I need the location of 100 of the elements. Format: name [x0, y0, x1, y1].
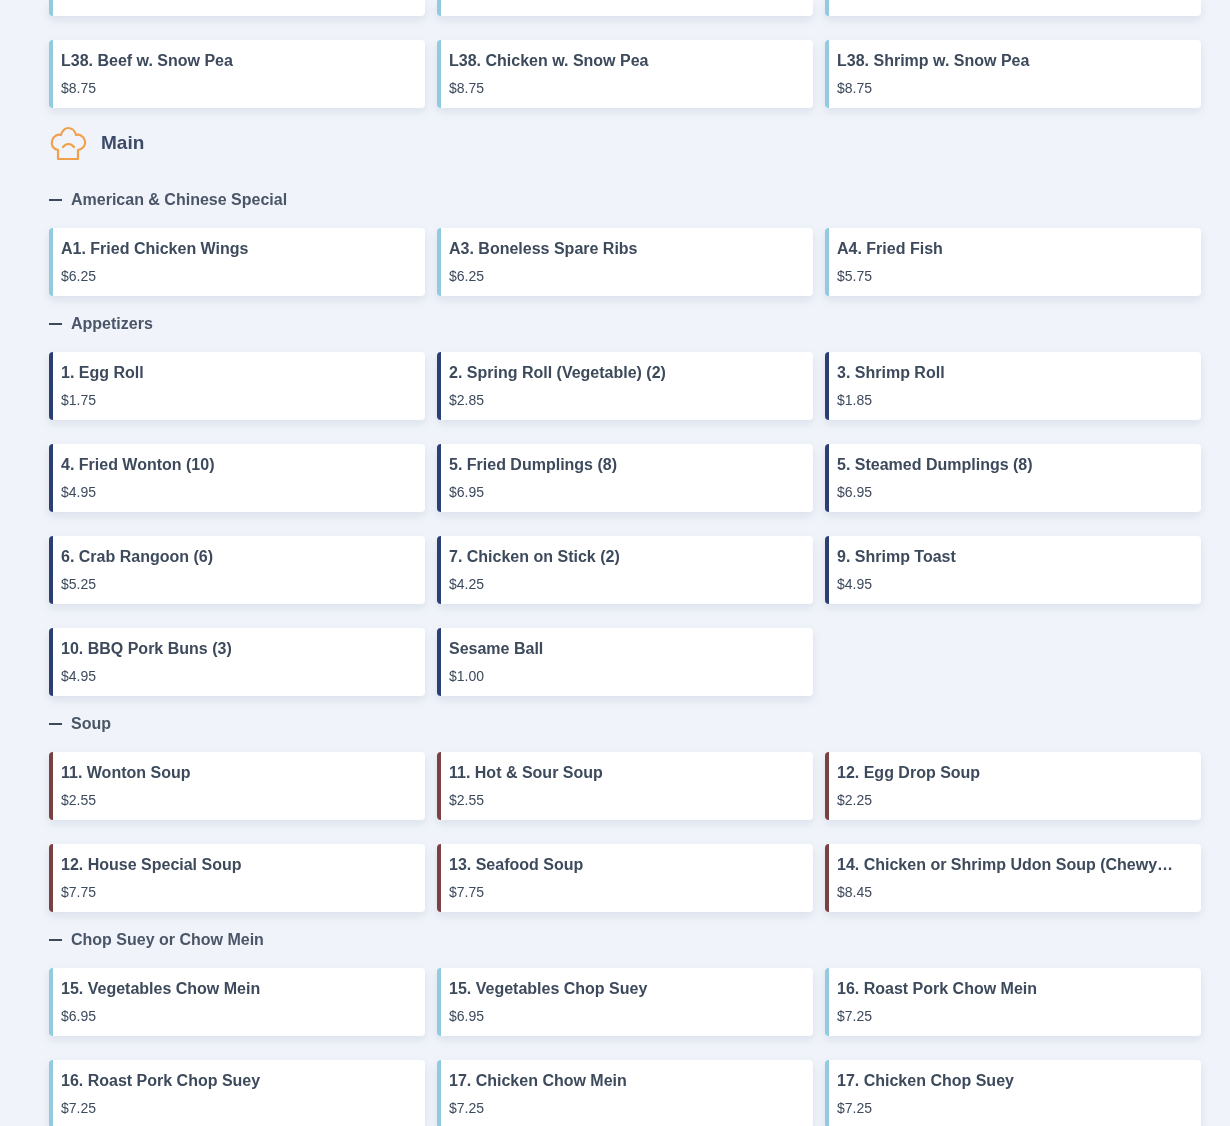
menu-item-card[interactable]: 12. House Special Soup $7.75	[49, 844, 425, 912]
menu-item-card[interactable]: 9. Shrimp Toast $4.95	[825, 536, 1201, 604]
chef-hat-icon	[49, 125, 87, 161]
item-name: 4. Fried Wonton (10)	[61, 455, 216, 475]
item-price: $7.75	[449, 883, 486, 901]
item-price: $2.85	[449, 391, 486, 409]
item-price: $2.25	[837, 791, 874, 809]
item-price: $8.75	[61, 79, 98, 97]
item-price: $5.75	[837, 267, 874, 285]
menu-item-card[interactable]: L38. Beef w. Snow Pea $8.75	[49, 40, 425, 108]
menu-item-card[interactable]: 17. Chicken Chow Mein $7.25	[437, 1060, 813, 1126]
collapse-dash-icon[interactable]	[49, 199, 62, 201]
item-price: $2.55	[61, 791, 98, 809]
item-price: $6.95	[837, 483, 874, 501]
item-price: $4.95	[61, 483, 98, 501]
item-price: $1.75	[61, 391, 98, 409]
menu-item-card[interactable]	[49, 0, 425, 16]
item-price: $8.45	[837, 883, 874, 901]
item-name: 7. Chicken on Stick (2)	[449, 547, 621, 567]
item-price: $6.95	[449, 1007, 486, 1025]
item-name: 11. Wonton Soup	[61, 763, 192, 783]
menu-item-card[interactable]: 11. Wonton Soup $2.55	[49, 752, 425, 820]
menu-item-card[interactable]	[437, 0, 813, 16]
group-title[interactable]: Chop Suey or Chow Mein	[71, 928, 264, 952]
menu-item-card[interactable]: 6. Crab Rangoon (6) $5.25	[49, 536, 425, 604]
item-name: 12. Egg Drop Soup	[837, 763, 982, 783]
item-name: L38. Beef w. Snow Pea	[61, 51, 234, 71]
item-price: $8.75	[449, 79, 486, 97]
item-name: L38. Chicken w. Snow Pea	[449, 51, 650, 71]
item-name: 15. Vegetables Chop Suey	[449, 979, 649, 999]
item-name: 2. Spring Roll (Vegetable) (2)	[449, 363, 667, 383]
menu-item-card[interactable]: 12. Egg Drop Soup $2.25	[825, 752, 1201, 820]
item-price: $7.25	[837, 1099, 874, 1117]
item-price: $7.25	[837, 1007, 874, 1025]
item-name: 16. Roast Pork Chow Mein	[837, 979, 1039, 999]
item-name: Sesame Ball	[449, 639, 545, 659]
item-price: $1.85	[837, 391, 874, 409]
item-name: 17. Chicken Chop Suey	[837, 1071, 1015, 1091]
section-title: Main	[101, 130, 145, 155]
menu-item-card[interactable]: A1. Fried Chicken Wings $6.25	[49, 228, 425, 296]
item-price: $5.25	[61, 575, 98, 593]
menu-item-card[interactable]: 14. Chicken or Shrimp Udon Soup (Chewy… $8.45	[825, 844, 1201, 912]
collapse-dash-icon[interactable]	[49, 723, 62, 725]
item-name: 3. Shrimp Roll	[837, 363, 946, 383]
menu-item-card[interactable]: 1. Egg Roll $1.75	[49, 352, 425, 420]
item-name: A4. Fried Fish	[837, 239, 944, 259]
menu-item-card[interactable]: L38. Shrimp w. Snow Pea $8.75	[825, 40, 1201, 108]
item-name: 11. Hot & Sour Soup	[449, 763, 604, 783]
item-price: $6.25	[61, 267, 98, 285]
item-name: 6. Crab Rangoon (6)	[61, 547, 214, 567]
item-price: $6.95	[61, 1007, 98, 1025]
menu-item-card[interactable]: 10. BBQ Pork Buns (3) $4.95	[49, 628, 425, 696]
menu-item-card[interactable]: 16. Roast Pork Chop Suey $7.25	[49, 1060, 425, 1126]
item-price: $7.25	[449, 1099, 486, 1117]
item-price: $4.25	[449, 575, 486, 593]
item-price: $4.95	[61, 667, 98, 685]
item-name: 13. Seafood Soup	[449, 855, 585, 875]
menu-item-card[interactable]: 7. Chicken on Stick (2) $4.25	[437, 536, 813, 604]
item-name: 1. Egg Roll	[61, 363, 145, 383]
item-name: 17. Chicken Chow Mein	[449, 1071, 628, 1091]
item-name: L38. Shrimp w. Snow Pea	[837, 51, 1031, 71]
item-price: $8.75	[837, 79, 874, 97]
item-name: 10. BBQ Pork Buns (3)	[61, 639, 233, 659]
collapse-dash-icon[interactable]	[49, 939, 62, 941]
item-price: $6.95	[449, 483, 486, 501]
item-name: 9. Shrimp Toast	[837, 547, 957, 567]
menu-item-card[interactable]	[825, 0, 1201, 16]
menu-item-card[interactable]: A4. Fried Fish $5.75	[825, 228, 1201, 296]
item-name: A3. Boneless Spare Ribs	[449, 239, 639, 259]
menu-item-card[interactable]: 4. Fried Wonton (10) $4.95	[49, 444, 425, 512]
group-title[interactable]: Appetizers	[71, 312, 153, 336]
menu-item-card[interactable]: 11. Hot & Sour Soup $2.55	[437, 752, 813, 820]
item-price: $6.25	[449, 267, 486, 285]
menu-item-card[interactable]: Sesame Ball $1.00	[437, 628, 813, 696]
item-name: A1. Fried Chicken Wings	[61, 239, 250, 259]
menu-item-card[interactable]: 13. Seafood Soup $7.75	[437, 844, 813, 912]
group-title[interactable]: American & Chinese Special	[71, 188, 288, 212]
menu-item-card[interactable]: 16. Roast Pork Chow Mein $7.25	[825, 968, 1201, 1036]
menu-item-card[interactable]: A3. Boneless Spare Ribs $6.25	[437, 228, 813, 296]
item-name: 5. Steamed Dumplings (8)	[837, 455, 1034, 475]
menu-item-card[interactable]: 5. Fried Dumplings (8) $6.95	[437, 444, 813, 512]
menu-item-card[interactable]: L38. Chicken w. Snow Pea $8.75	[437, 40, 813, 108]
menu-item-card[interactable]: 5. Steamed Dumplings (8) $6.95	[825, 444, 1201, 512]
collapse-dash-icon[interactable]	[49, 323, 62, 325]
item-price: $2.55	[449, 791, 486, 809]
item-name: 16. Roast Pork Chop Suey	[61, 1071, 262, 1091]
item-price: $7.75	[61, 883, 98, 901]
item-name: 14. Chicken or Shrimp Udon Soup (Chewy…	[837, 855, 1175, 875]
item-price: $4.95	[837, 575, 874, 593]
item-price: $7.25	[61, 1099, 98, 1117]
group-title[interactable]: Soup	[71, 712, 111, 736]
item-name: 15. Vegetables Chow Mein	[61, 979, 262, 999]
menu-item-card[interactable]: 2. Spring Roll (Vegetable) (2) $2.85	[437, 352, 813, 420]
menu-item-card[interactable]: 17. Chicken Chop Suey $7.25	[825, 1060, 1201, 1126]
item-name: 12. House Special Soup	[61, 855, 243, 875]
menu-item-card[interactable]: 15. Vegetables Chow Mein $6.95	[49, 968, 425, 1036]
menu-item-card[interactable]: 3. Shrimp Roll $1.85	[825, 352, 1201, 420]
item-name: 5. Fried Dumplings (8)	[449, 455, 618, 475]
menu-item-card[interactable]: 15. Vegetables Chop Suey $6.95	[437, 968, 813, 1036]
item-price: $1.00	[449, 667, 486, 685]
